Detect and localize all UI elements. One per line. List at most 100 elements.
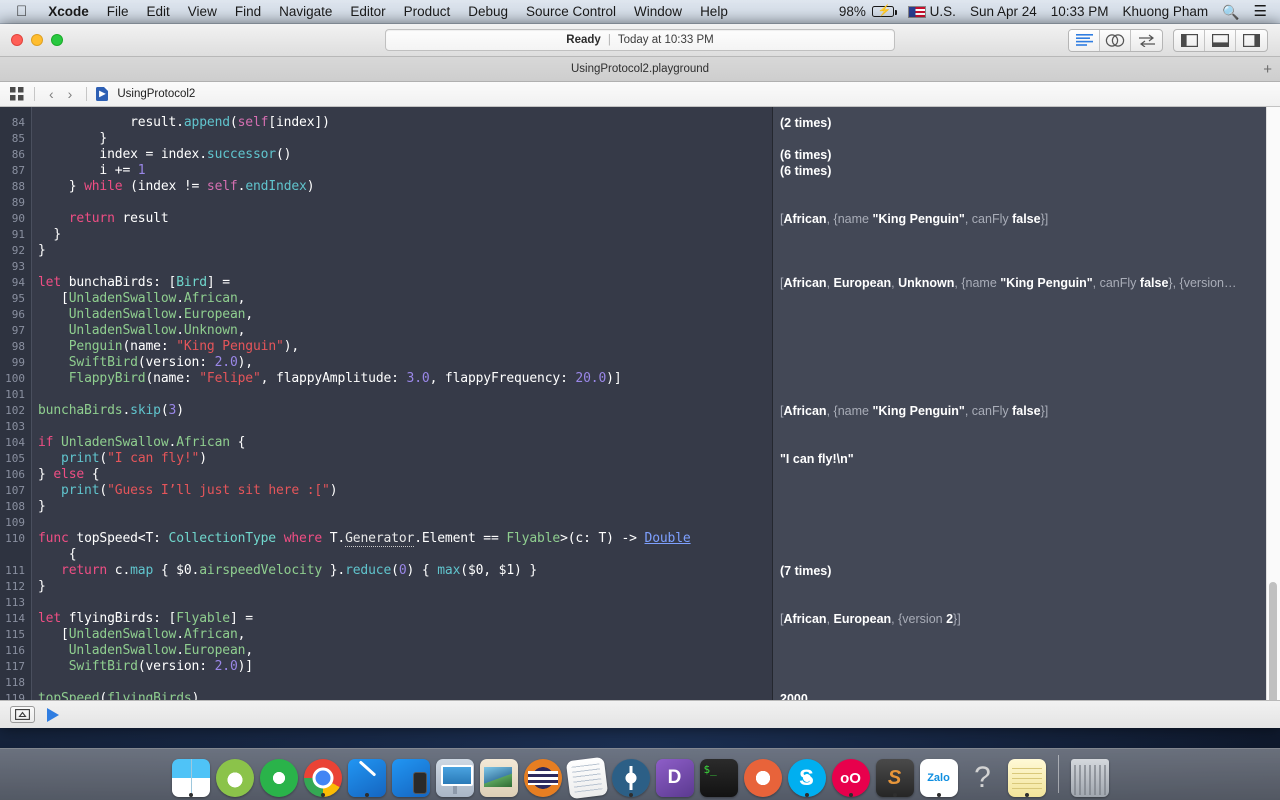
- dock-item-stickies[interactable]: [1007, 753, 1046, 797]
- code-line[interactable]: topSpeed(flyingBirds): [38, 691, 199, 700]
- add-tab-button[interactable]: +: [1263, 62, 1272, 77]
- result-value[interactable]: (6 times): [780, 163, 831, 179]
- dock-item-sublime-text[interactable]: [875, 753, 914, 797]
- result-value[interactable]: (7 times): [780, 563, 831, 579]
- notification-center-icon[interactable]: ☰: [1247, 0, 1274, 24]
- code-line[interactable]: UnladenSwallow.European,: [38, 643, 253, 659]
- dock-item-textedit[interactable]: [565, 753, 608, 800]
- code-line[interactable]: index = index.successor(): [38, 147, 291, 163]
- dock-item-xcode[interactable]: [347, 753, 386, 797]
- dock-item-iterm[interactable]: [523, 753, 562, 797]
- menu-find[interactable]: Find: [226, 0, 270, 24]
- execute-playground-button[interactable]: [47, 707, 59, 722]
- dock-item-xcode-beta[interactable]: [391, 753, 430, 797]
- code-line[interactable]: }: [38, 579, 46, 595]
- dock-item-sourcetree[interactable]: [259, 753, 298, 797]
- code-line[interactable]: FlappyBird(name: "Felipe", flappyAmplitu…: [38, 371, 622, 387]
- menu-bar-clock[interactable]: 10:33 PM: [1044, 0, 1116, 24]
- code-line[interactable]: func topSpeed<T: CollectionType where T.…: [38, 531, 691, 547]
- menu-window[interactable]: Window: [625, 0, 691, 24]
- editor-vertical-scrollbar[interactable]: [1266, 107, 1280, 700]
- dock-item-android-studio[interactable]: [215, 753, 254, 797]
- dock-item-skype[interactable]: [787, 753, 826, 797]
- show-debug-area-button[interactable]: [10, 706, 35, 723]
- debug-area-toggle-button[interactable]: [1205, 29, 1236, 51]
- dock-item-terminal[interactable]: [699, 753, 738, 797]
- breadcrumb-file-name[interactable]: UsingProtocol2: [117, 88, 195, 100]
- menu-bar-user[interactable]: Khuong Pham: [1116, 0, 1216, 24]
- code-line[interactable]: Penguin(name: "King Penguin"),: [38, 339, 299, 355]
- close-button[interactable]: [11, 34, 23, 46]
- result-value[interactable]: [African, {name "King Penguin", canFly f…: [780, 211, 1048, 227]
- code-line[interactable]: UnladenSwallow.Unknown,: [38, 323, 246, 339]
- result-value[interactable]: [African, {name "King Penguin", canFly f…: [780, 403, 1048, 419]
- dock-item-oo-app[interactable]: [831, 753, 870, 797]
- minimize-button[interactable]: [31, 34, 43, 46]
- menu-edit[interactable]: Edit: [138, 0, 179, 24]
- menu-navigate[interactable]: Navigate: [270, 0, 341, 24]
- code-line[interactable]: return result: [38, 211, 169, 227]
- code-line[interactable]: let bunchaBirds: [Bird] =: [38, 275, 230, 291]
- related-items-grid-icon[interactable]: [8, 86, 25, 103]
- input-source-menu[interactable]: U.S.: [901, 0, 963, 24]
- menu-product[interactable]: Product: [395, 0, 460, 24]
- menu-debug[interactable]: Debug: [459, 0, 517, 24]
- code-line[interactable]: SwiftBird(version: 2.0),: [38, 355, 253, 371]
- source-code-pane[interactable]: result.append(self[index]) } index = ind…: [32, 107, 772, 700]
- result-value[interactable]: (2 times): [780, 115, 831, 131]
- dock-item-dash[interactable]: [655, 753, 694, 797]
- code-line[interactable]: }: [38, 499, 46, 515]
- code-line[interactable]: return c.map { $0.airspeedVelocity }.red…: [38, 563, 537, 579]
- navigate-forward-icon[interactable]: ›: [63, 86, 78, 102]
- scrollbar-thumb[interactable]: [1269, 582, 1277, 700]
- code-line[interactable]: {: [38, 547, 77, 563]
- zoom-button[interactable]: [51, 34, 63, 46]
- assistant-editor-button[interactable]: [1100, 29, 1131, 51]
- result-value[interactable]: [African, European, {version 2}]: [780, 611, 961, 627]
- result-value[interactable]: (6 times): [780, 147, 831, 163]
- navigate-back-icon[interactable]: ‹: [44, 86, 59, 102]
- code-line[interactable]: } else {: [38, 467, 100, 483]
- code-line[interactable]: UnladenSwallow.European,: [38, 307, 253, 323]
- code-line[interactable]: SwiftBird(version: 2.0)]: [38, 659, 253, 675]
- dock-item-unknown-app[interactable]: [964, 753, 1002, 797]
- version-editor-button[interactable]: [1131, 30, 1162, 51]
- apple-logo-icon[interactable]: : [6, 1, 39, 23]
- code-line[interactable]: i += 1: [38, 163, 145, 179]
- menu-file[interactable]: File: [98, 0, 138, 24]
- code-line[interactable]: } while (index != self.endIndex): [38, 179, 315, 195]
- menu-xcode[interactable]: Xcode: [39, 0, 98, 24]
- dock-item-ibooks[interactable]: [743, 753, 782, 797]
- menu-view[interactable]: View: [179, 0, 226, 24]
- code-line[interactable]: result.append(self[index]): [38, 115, 330, 131]
- code-line[interactable]: }: [38, 243, 46, 259]
- code-line[interactable]: print("Guess I’ll just sit here :["): [38, 483, 338, 499]
- dock-item-keynote[interactable]: [435, 753, 474, 797]
- result-value[interactable]: [African, European, Unknown, {name "King…: [780, 275, 1237, 291]
- dock-item-finder[interactable]: [171, 753, 210, 797]
- menu-help[interactable]: Help: [691, 0, 737, 24]
- utilities-toggle-button[interactable]: [1236, 30, 1267, 51]
- code-line[interactable]: if UnladenSwallow.African {: [38, 435, 245, 451]
- menu-source-control[interactable]: Source Control: [517, 0, 625, 24]
- result-value[interactable]: "I can fly!\n": [780, 451, 854, 467]
- dock-item-preview[interactable]: [479, 753, 518, 797]
- dock-item-zalo[interactable]: [919, 753, 958, 797]
- menu-bar-date[interactable]: Sun Apr 24: [963, 0, 1044, 24]
- spotlight-search-icon[interactable]: 🔍: [1215, 0, 1246, 24]
- menu-editor[interactable]: Editor: [341, 0, 394, 24]
- code-line[interactable]: print("I can fly!"): [38, 451, 207, 467]
- dock-item-google-chrome[interactable]: [303, 753, 342, 797]
- standard-editor-button[interactable]: [1069, 29, 1100, 51]
- dock-item-tower[interactable]: [611, 753, 650, 797]
- code-line[interactable]: [UnladenSwallow.African,: [38, 627, 245, 643]
- battery-status[interactable]: 98% ⚡: [832, 0, 901, 24]
- navigator-toggle-button[interactable]: [1174, 29, 1205, 51]
- dock-item-trash[interactable]: [1070, 753, 1109, 797]
- code-line[interactable]: }: [38, 227, 61, 243]
- code-line[interactable]: bunchaBirds.skip(3): [38, 403, 184, 419]
- code-line[interactable]: [UnladenSwallow.African,: [38, 291, 245, 307]
- result-value[interactable]: 2000: [780, 691, 808, 700]
- code-line[interactable]: let flyingBirds: [Flyable] =: [38, 611, 253, 627]
- code-line[interactable]: }: [38, 131, 107, 147]
